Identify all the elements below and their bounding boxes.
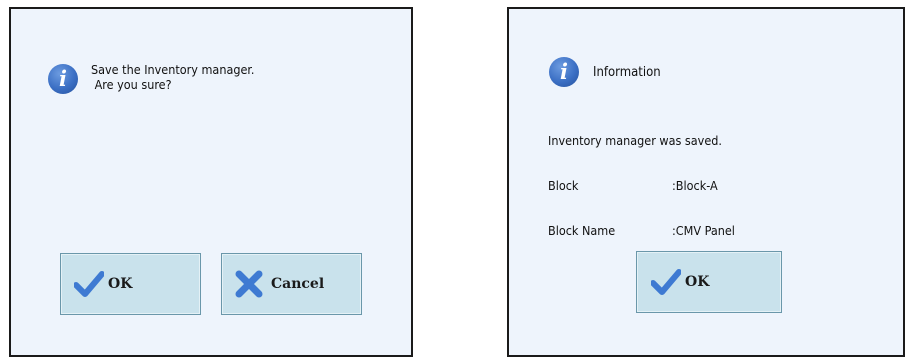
cancel-button[interactable]: Cancel bbox=[221, 253, 362, 315]
info-message-block: Inventory manager was saved. Block :Bloc… bbox=[548, 103, 735, 268]
detail-value-block: :Block-A bbox=[672, 178, 718, 193]
ok-button[interactable]: OK bbox=[636, 251, 782, 313]
detail-row-block-name: Block Name :CMV Panel bbox=[548, 223, 735, 238]
cancel-button-label: Cancel bbox=[271, 276, 325, 292]
info-icon: i bbox=[549, 57, 579, 87]
info-message: Inventory manager was saved. bbox=[548, 133, 722, 148]
confirm-message-line2: Are you sure? bbox=[91, 77, 172, 92]
confirm-dialog: i Save the Inventory manager. Are you su… bbox=[9, 7, 413, 357]
info-icon: i bbox=[48, 64, 78, 94]
detail-label-block: Block bbox=[548, 178, 579, 193]
confirm-message: Save the Inventory manager. Are you sure… bbox=[91, 62, 254, 92]
ok-button-label: OK bbox=[685, 274, 710, 290]
checkmark-icon bbox=[651, 269, 681, 295]
detail-row-block: Block :Block-A bbox=[548, 178, 735, 193]
detail-value-block-name: :CMV Panel bbox=[672, 223, 735, 238]
info-title: Information bbox=[593, 65, 661, 80]
info-dialog: i Information Inventory manager was save… bbox=[507, 7, 905, 357]
detail-label-block-name: Block Name bbox=[548, 223, 616, 238]
checkmark-icon bbox=[74, 271, 104, 297]
ok-button-label: OK bbox=[108, 276, 133, 292]
x-icon bbox=[235, 270, 263, 298]
ok-button[interactable]: OK bbox=[60, 253, 201, 315]
confirm-message-line1: Save the Inventory manager. bbox=[91, 62, 255, 77]
